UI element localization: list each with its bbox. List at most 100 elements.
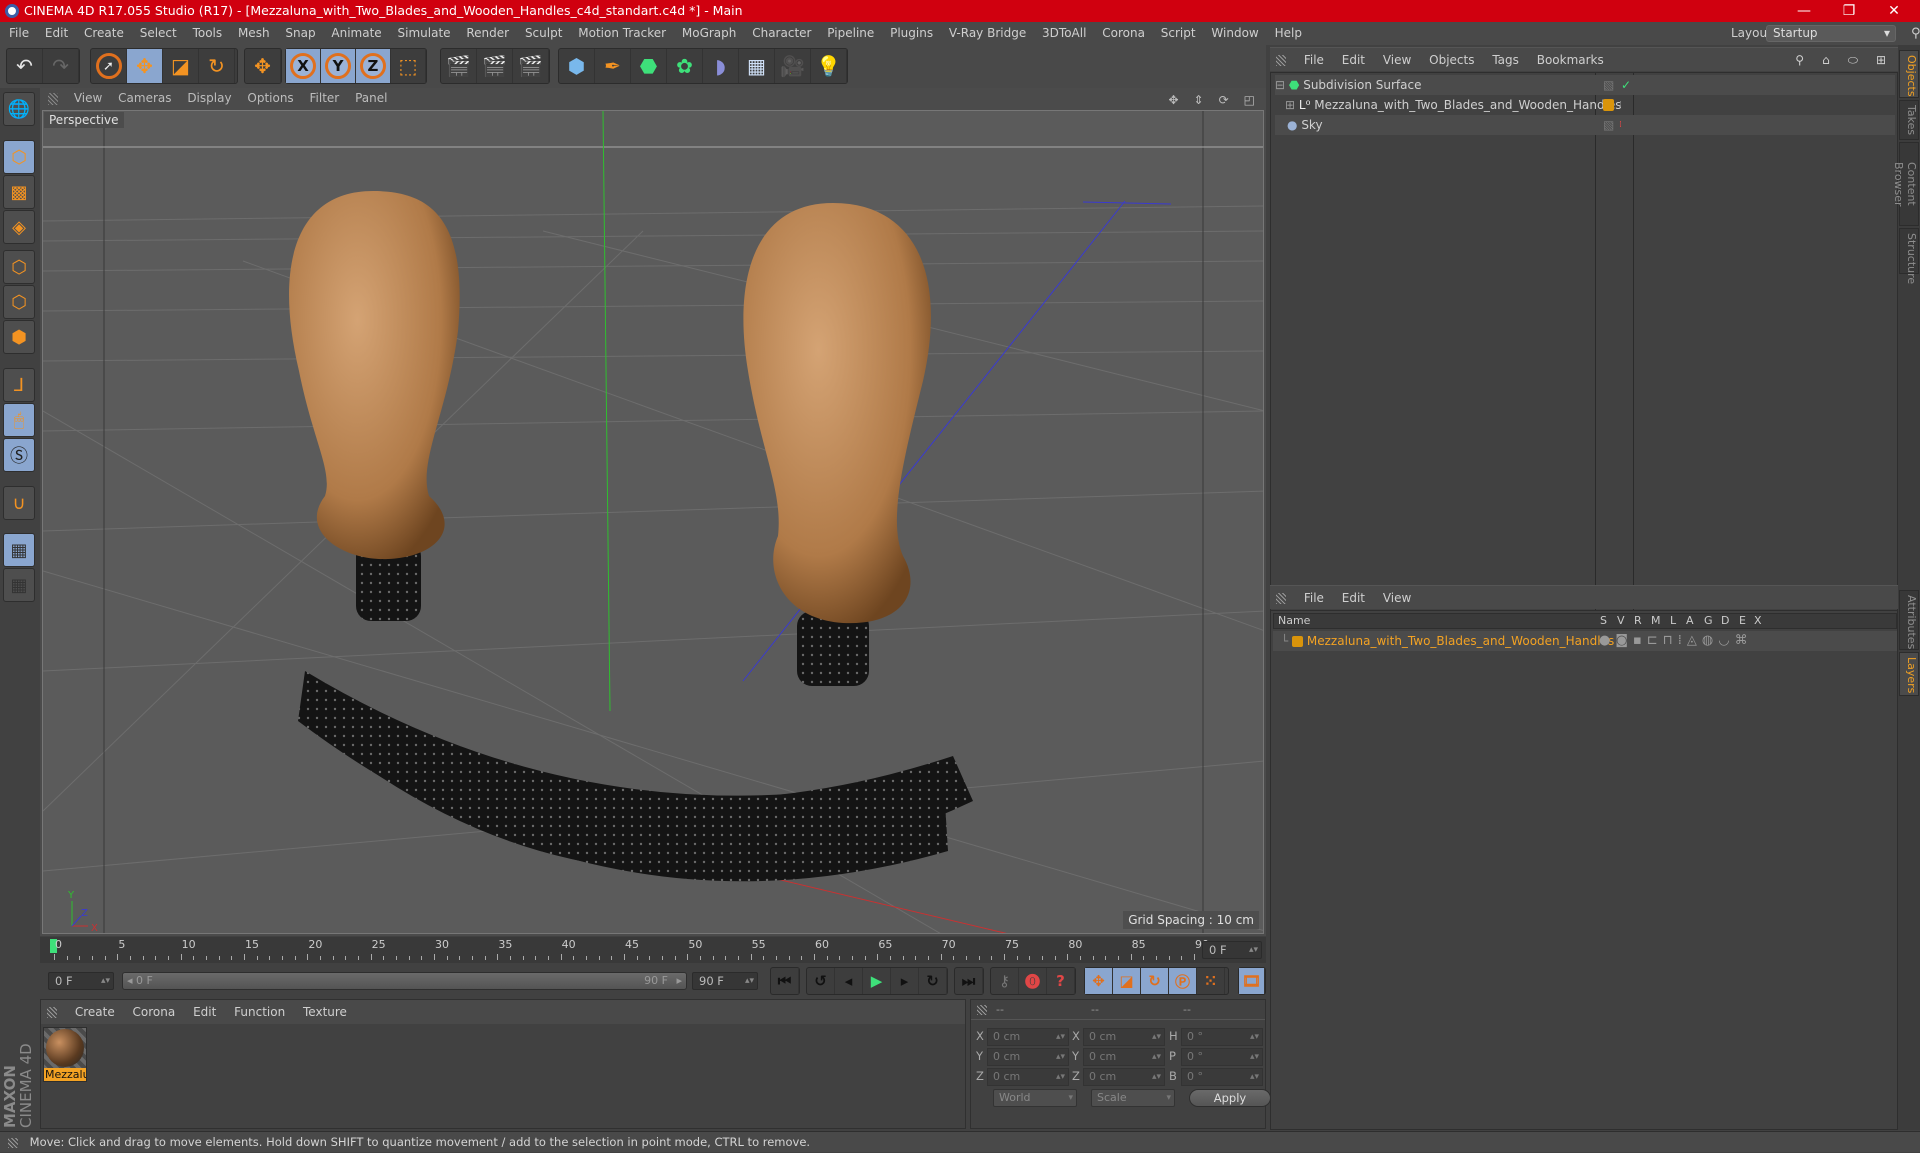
pos-x-field[interactable]: 0 cm ▴▾ xyxy=(987,1028,1069,1046)
last-tool-button[interactable]: ✥ xyxy=(245,49,281,83)
pos-z-field[interactable]: 0 cm ▴▾ xyxy=(987,1068,1069,1086)
menu-select[interactable]: Select xyxy=(140,26,177,40)
new-panel-icon[interactable]: ⊞ xyxy=(1876,53,1890,67)
mat-menu-edit[interactable]: Edit xyxy=(193,1005,216,1019)
mat-menu-create[interactable]: Create xyxy=(75,1005,115,1019)
orbit-icon[interactable]: ⟳ xyxy=(1219,93,1232,107)
size-z-field[interactable]: 0 cm ▴▾ xyxy=(1083,1068,1165,1086)
expand-icon[interactable]: ⊞ xyxy=(1285,98,1295,112)
menu-sculpt[interactable]: Sculpt xyxy=(525,26,562,40)
menu-corona[interactable]: Corona xyxy=(1102,26,1145,40)
viewport-menu-filter[interactable]: Filter xyxy=(310,91,340,105)
timeline-ruler[interactable]: 051015202530354045505560657075808590 0 F… xyxy=(40,937,1266,963)
menu-simulate[interactable]: Simulate xyxy=(398,26,451,40)
lm-menu-view[interactable]: View xyxy=(1383,591,1411,605)
key-scale-button[interactable]: ◪ xyxy=(1113,968,1141,994)
mat-menu-corona[interactable]: Corona xyxy=(133,1005,176,1019)
lm-menu-edit[interactable]: Edit xyxy=(1342,591,1365,605)
texture-mode-button[interactable]: ▩ xyxy=(3,175,35,209)
record-keyframes-button[interactable]: ⚷ xyxy=(991,968,1019,994)
column-expressions[interactable]: E xyxy=(1739,614,1746,628)
viewport-menu-view[interactable]: View xyxy=(74,91,102,105)
column-solo[interactable]: S xyxy=(1600,614,1607,628)
snap-button[interactable]: ∪ xyxy=(3,486,35,520)
viewport-menu-cameras[interactable]: Cameras xyxy=(118,91,171,105)
viewport-menu-panel[interactable]: Panel xyxy=(355,91,387,105)
cloner-button[interactable]: ✿ xyxy=(667,49,703,83)
camera-label[interactable]: Perspective xyxy=(44,112,124,128)
object-name[interactable]: Mezzaluna_with_Two_Blades_and_Wooden_Han… xyxy=(1314,98,1621,112)
redo-button[interactable]: ↷ xyxy=(43,49,79,83)
transform-mode-dropdown[interactable]: Scale ▾ xyxy=(1091,1089,1175,1107)
floor-button[interactable]: ▦ xyxy=(739,49,775,83)
layer-color-swatch[interactable] xyxy=(1603,99,1614,111)
rot-b-field[interactable]: 0 ° ▴▾ xyxy=(1181,1068,1263,1086)
mat-menu-function[interactable]: Function xyxy=(234,1005,285,1019)
key-rotation-button[interactable]: ↻ xyxy=(1141,968,1169,994)
menu-motion-tracker[interactable]: Motion Tracker xyxy=(578,26,666,40)
rot-h-field[interactable]: 0 ° ▴▾ xyxy=(1181,1028,1263,1046)
minimize-button[interactable]: — xyxy=(1784,0,1824,22)
material-thumbnail[interactable]: Mezzalu xyxy=(43,1027,87,1082)
om-menu-edit[interactable]: Edit xyxy=(1342,53,1365,67)
key-point-level-button[interactable]: ⁙ xyxy=(1197,968,1225,994)
menu-edit[interactable]: Edit xyxy=(45,26,68,40)
points-mode-button[interactable]: ⬡ xyxy=(3,250,35,284)
column-animation[interactable]: A xyxy=(1686,614,1694,628)
om-menu-bookmarks[interactable]: Bookmarks xyxy=(1537,53,1604,67)
search-icon[interactable]: ⚲ xyxy=(1911,22,1920,45)
panel-grip-icon[interactable] xyxy=(48,92,58,105)
panel-grip-icon[interactable] xyxy=(977,1005,987,1015)
menu-window[interactable]: Window xyxy=(1211,26,1258,40)
previous-frame-button[interactable]: ◂ xyxy=(835,968,863,994)
search-icon[interactable]: ⚲ xyxy=(1795,53,1808,67)
keyframe-selection-button[interactable]: ? xyxy=(1047,968,1075,994)
column-render[interactable]: R xyxy=(1634,614,1642,628)
scale-button[interactable]: ◪ xyxy=(163,49,199,83)
object-name[interactable]: Subdivision Surface xyxy=(1303,78,1421,92)
maximize-view-icon[interactable]: ◰ xyxy=(1244,93,1258,107)
viewport-menu-display[interactable]: Display xyxy=(187,91,231,105)
coordinate-system-button[interactable]: ⬚ xyxy=(391,49,426,83)
3d-viewport[interactable]: Y Z X Perspective Grid Spacing : 10 cm xyxy=(42,110,1264,934)
next-frame-button[interactable]: ▸ xyxy=(891,968,919,994)
workplane-mode-button[interactable]: ◈ xyxy=(3,210,35,244)
previous-key-button[interactable]: ↺ xyxy=(807,968,835,994)
menu-file[interactable]: File xyxy=(9,26,29,40)
panel-grip-icon[interactable] xyxy=(1276,55,1286,66)
viewport-menu-options[interactable]: Options xyxy=(247,91,293,105)
object-row[interactable]: ⊟ ⬣ Subdivision Surface ▧ ✓ xyxy=(1275,75,1895,95)
camera-button[interactable]: 🎥 xyxy=(775,49,811,83)
start-frame-field[interactable]: 0 F ▴▾ xyxy=(48,972,114,990)
material-name[interactable]: Mezzalu xyxy=(44,1068,86,1081)
home-icon[interactable]: ⌂ xyxy=(1822,53,1834,67)
auto-keying-button[interactable]: ⓿ xyxy=(1019,968,1047,994)
object-name[interactable]: Sky xyxy=(1301,118,1322,132)
render-view-button[interactable]: 🎬 xyxy=(441,49,477,83)
om-menu-objects[interactable]: Objects xyxy=(1429,53,1474,67)
menu-vray-bridge[interactable]: V-Ray Bridge xyxy=(949,26,1026,40)
tab-objects[interactable]: Objects xyxy=(1899,50,1919,98)
mat-menu-texture[interactable]: Texture xyxy=(303,1005,347,1019)
layout-dropdown[interactable]: Startup xyxy=(1766,25,1896,42)
tab-content-browser[interactable]: Content Browser xyxy=(1892,142,1919,226)
current-frame-field[interactable]: 0 F ▴▾ xyxy=(1202,941,1262,959)
column-name[interactable]: Name xyxy=(1278,614,1310,628)
go-to-end-button[interactable]: ⏭ xyxy=(955,968,983,994)
coord-mode-dropdown[interactable]: World ▾ xyxy=(993,1089,1077,1107)
rot-p-field[interactable]: 0 ° ▴▾ xyxy=(1181,1048,1263,1066)
size-x-field[interactable]: 0 cm ▴▾ xyxy=(1083,1028,1165,1046)
menu-plugins[interactable]: Plugins xyxy=(890,26,933,40)
pen-button[interactable]: ✒ xyxy=(595,49,631,83)
column-locked[interactable]: L xyxy=(1670,614,1676,628)
menu-snap[interactable]: Snap xyxy=(285,26,315,40)
polygons-mode-button[interactable]: ⬢ xyxy=(3,320,35,354)
cube-button[interactable]: ⬢ xyxy=(559,49,595,83)
solo-mode-button[interactable]: Ⓢ xyxy=(3,438,35,472)
close-button[interactable]: ✕ xyxy=(1874,0,1914,22)
make-editable-button[interactable]: 🌐 xyxy=(3,92,35,126)
menu-character[interactable]: Character xyxy=(752,26,811,40)
menu-animate[interactable]: Animate xyxy=(331,26,381,40)
column-xref[interactable]: X xyxy=(1754,614,1762,628)
edges-mode-button[interactable]: ⬡ xyxy=(3,285,35,319)
